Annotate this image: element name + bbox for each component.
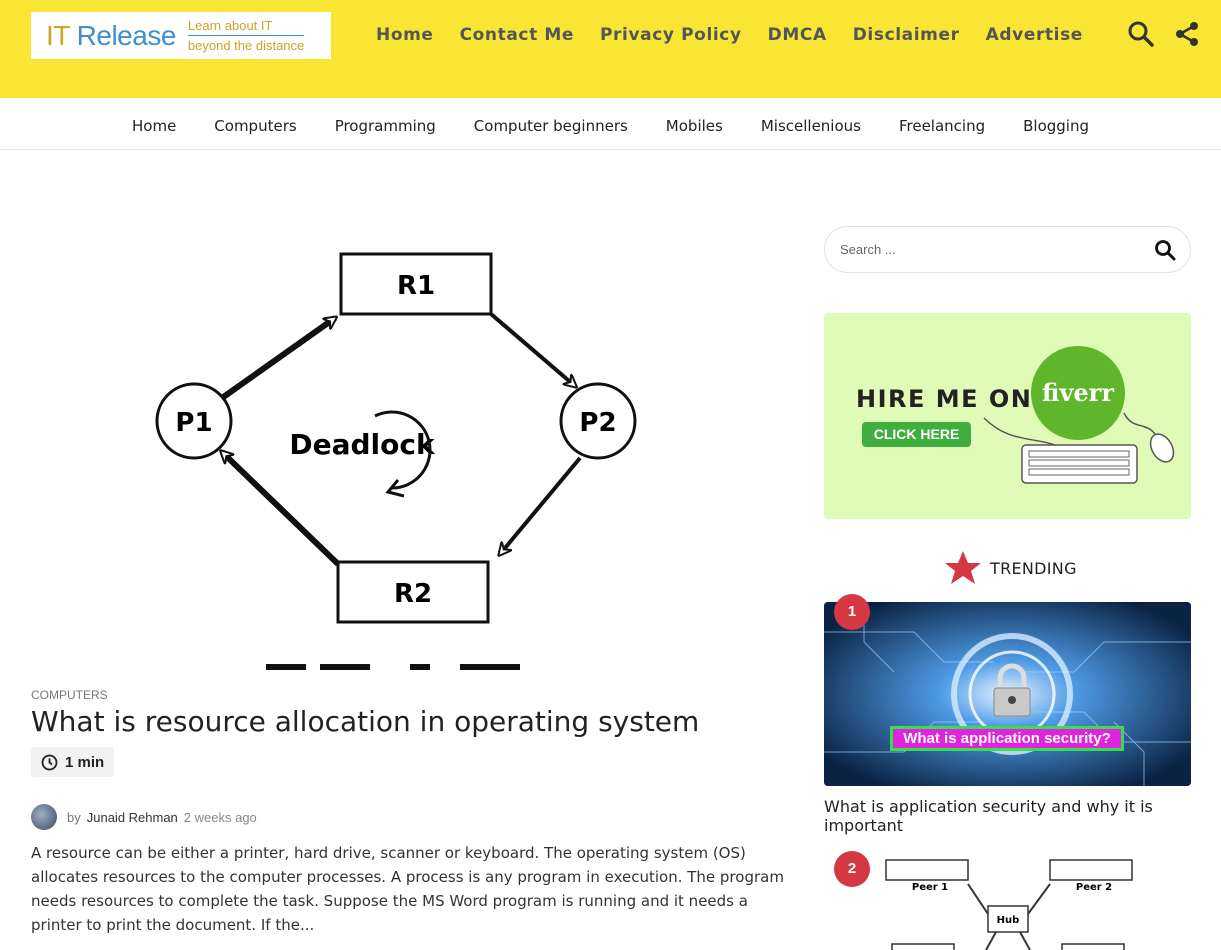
sidebar-search bbox=[824, 226, 1191, 273]
ad-cta-button[interactable]: CLICK HERE bbox=[862, 422, 971, 447]
diagram-label-p1: P1 bbox=[175, 408, 212, 438]
fiverr-logo: fiverr bbox=[1031, 346, 1125, 440]
category-nav-blogging[interactable]: Blogging bbox=[1023, 105, 1089, 149]
diagram-label-hub: Hub bbox=[997, 915, 1020, 926]
search-input[interactable] bbox=[840, 242, 1130, 257]
diagram-label-peer-1: Peer 1 bbox=[912, 882, 948, 893]
category-nav: Home Computers Programming Computer begi… bbox=[0, 105, 1221, 150]
category-nav-mobiles[interactable]: Mobiles bbox=[666, 105, 723, 149]
author-prefix: by bbox=[67, 809, 81, 825]
top-nav: Home Contact Me Privacy Policy DMCA Disc… bbox=[376, 25, 1109, 45]
post-time-ago: 2 weeks ago bbox=[183, 809, 257, 825]
diagram-label-r2: R2 bbox=[394, 579, 432, 609]
top-nav-advertise[interactable]: Advertise bbox=[986, 25, 1083, 45]
category-nav-freelancing[interactable]: Freelancing bbox=[899, 105, 985, 149]
logo-wordmark: IT Release bbox=[46, 19, 176, 51]
thumbnail-caption: What is application security? bbox=[890, 726, 1124, 751]
read-time-badge: 1 min bbox=[31, 747, 115, 777]
category-nav-home[interactable]: Home bbox=[132, 105, 176, 149]
post-excerpt: A resource can be either a printer, hard… bbox=[31, 844, 784, 934]
category-nav-computer-beginners[interactable]: Computer beginners bbox=[474, 105, 628, 149]
search-icon[interactable] bbox=[1127, 20, 1155, 48]
category-nav-computers[interactable]: Computers bbox=[214, 105, 296, 149]
top-nav-home[interactable]: Home bbox=[376, 25, 434, 45]
post-title[interactable]: What is resource allocation in operating… bbox=[31, 705, 699, 738]
site-logo[interactable]: IT Release Learn about IT beyond the dis… bbox=[31, 12, 331, 59]
category-nav-miscellenious[interactable]: Miscellenious bbox=[761, 105, 861, 149]
top-nav-dmca[interactable]: DMCA bbox=[768, 25, 827, 45]
diagram-label-r1: R1 bbox=[397, 271, 435, 301]
author-link[interactable]: Junaid Rehman bbox=[87, 810, 178, 825]
trending-item-1-image[interactable]: What is application security? bbox=[824, 602, 1191, 786]
search-icon[interactable] bbox=[1154, 239, 1176, 261]
top-nav-privacy-policy[interactable]: Privacy Policy bbox=[600, 25, 742, 45]
trending-item-2-image[interactable]: Peer 1 Peer 2 Hub bbox=[824, 848, 1191, 950]
trending-item-1-title[interactable]: What is application security and why it … bbox=[824, 797, 1191, 835]
clock-icon bbox=[41, 754, 58, 770]
top-nav-contact-me[interactable]: Contact Me bbox=[460, 25, 574, 45]
logo-tagline: Learn about IT beyond the distance bbox=[187, 18, 305, 53]
app-security-thumbnail bbox=[824, 602, 1191, 786]
share-icon[interactable] bbox=[1173, 20, 1201, 48]
category-nav-programming[interactable]: Programming bbox=[335, 105, 436, 149]
post-author-meta: by Junaid Rehman 2 weeks ago bbox=[31, 804, 257, 830]
read-time-text: 1 min bbox=[65, 753, 105, 771]
featured-image[interactable]: R1 P1 P2 R2 Deadlock bbox=[130, 240, 670, 670]
diagram-label-p2: P2 bbox=[579, 408, 616, 438]
diagram-center-label: Deadlock bbox=[289, 428, 436, 461]
header-actions bbox=[1127, 20, 1201, 48]
diagram-label-peer-2: Peer 2 bbox=[1076, 882, 1112, 893]
torn-edge-divider bbox=[0, 84, 1221, 96]
trending-heading: TRENDING bbox=[944, 550, 1077, 586]
network-diagram-thumbnail: Peer 1 Peer 2 Hub bbox=[885, 859, 1133, 950]
post-category[interactable]: COMPUTERS bbox=[31, 688, 108, 702]
trending-rank-badge: 2 bbox=[834, 851, 870, 887]
avatar[interactable] bbox=[31, 804, 57, 830]
fiverr-ad-banner[interactable]: HIRE ME ON CLICK HERE fiverr bbox=[824, 313, 1191, 519]
top-nav-disclaimer[interactable]: Disclaimer bbox=[853, 25, 960, 45]
trending-label: TRENDING bbox=[990, 558, 1077, 578]
star-icon bbox=[945, 551, 981, 584]
trending-rank-badge: 1 bbox=[834, 594, 870, 630]
